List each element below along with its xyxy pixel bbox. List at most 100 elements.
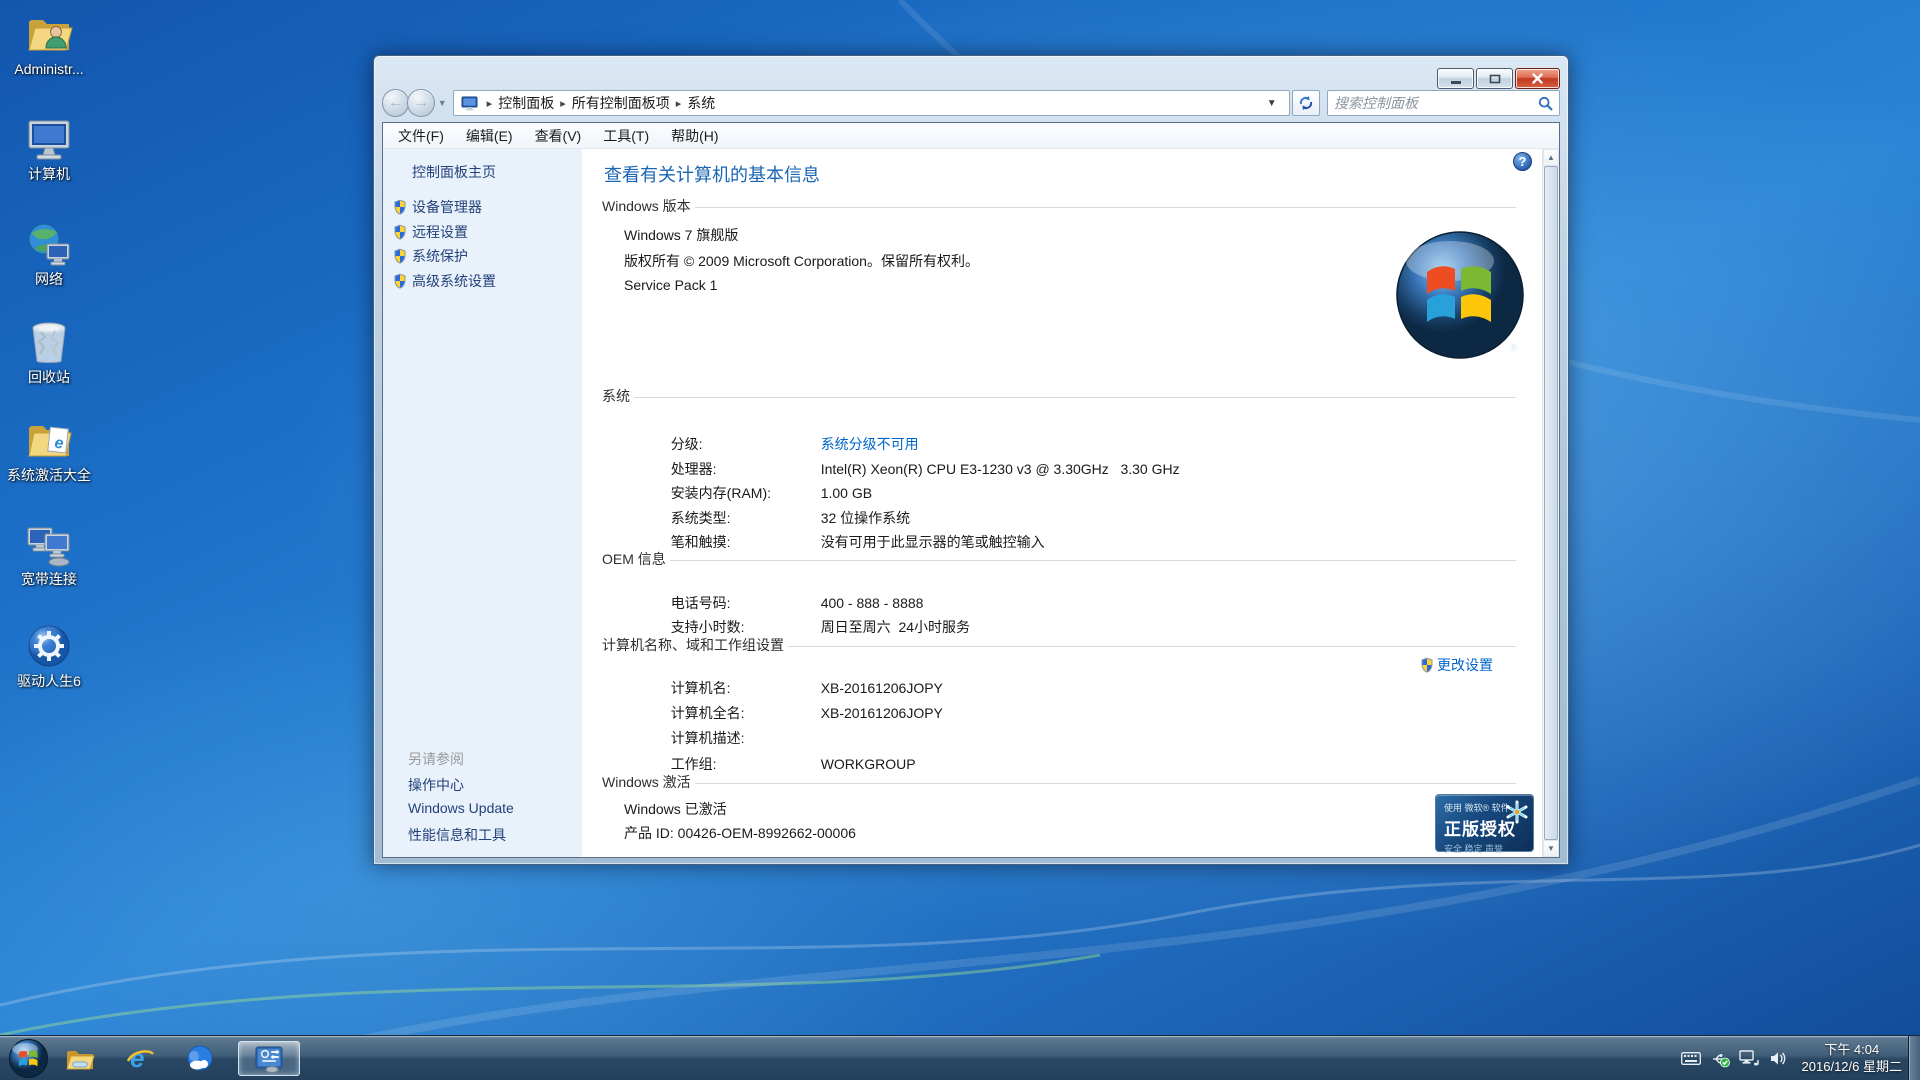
taskbar: e [0,1035,1920,1080]
maximize-icon [1489,73,1501,85]
desktop-icon-label: 计算机 [6,166,92,182]
touch-keyboard-icon[interactable] [1681,1049,1701,1069]
sidebar-item-remote-settings[interactable]: 远程设置 [393,222,468,242]
computer-icon [25,115,73,163]
taskbar-control-panel-button[interactable] [238,1041,300,1076]
menu-tools[interactable]: 工具(T) [592,123,660,149]
vertical-scrollbar[interactable]: ▲ ▼ [1542,149,1559,857]
start-button[interactable] [8,1038,49,1079]
desktop-icon-computer[interactable]: 计算机 [6,115,92,182]
desktop-icon-activation-folder[interactable]: e 系统激活大全 [6,416,92,483]
forward-button[interactable]: → [407,89,434,117]
navigation-bar: ← → ▼ ▸ 控制面板 ▸ 所有控制面板项 ▸ 系统 ▼ [382,85,1560,121]
learn-more-online-link[interactable]: 联机了解更多内容 [1438,855,1542,857]
phone-row: 电话号码:400 - 888 - 8888 [624,577,1372,597]
uac-shield-icon [393,273,407,289]
refresh-button[interactable] [1292,90,1320,116]
sidebar-item-label: 高级系统设置 [412,271,496,291]
sidebar-item-system-protection[interactable]: 系统保护 [393,246,468,266]
windows-edition: Windows 7 旗舰版 [624,225,738,245]
back-button[interactable]: ← [382,89,409,117]
system-page-icon [461,96,478,111]
close-icon [1531,72,1544,85]
menu-help[interactable]: 帮助(H) [660,123,729,149]
service-pack-line: Service Pack 1 [624,277,717,293]
svg-text:e: e [54,435,65,453]
desktop-icon-broadband[interactable]: 宽带连接 [6,520,92,587]
sidebar-item-control-panel-home[interactable]: 控制面板主页 [412,162,496,182]
control-panel-icon [253,1045,285,1073]
windows-logo: ® [1394,229,1526,361]
change-settings-link[interactable]: 更改设置 [1420,655,1493,675]
ram-row: 安装内存(RAM):1.00 GB [624,467,1372,487]
desktop-icon-label: Administr... [6,61,92,77]
menu-file[interactable]: 文件(F) [387,123,455,149]
search-icon[interactable] [1538,96,1553,111]
genuine-microsoft-badge[interactable]: 使用 微软® 软件 正版授权 安全 稳定 声誉 [1435,794,1534,852]
taskbar-internet-explorer-button[interactable]: e [118,1041,162,1076]
broadband-connection-icon [25,520,73,568]
internet-explorer-icon: e [125,1044,155,1074]
desktop-icon-label: 宽带连接 [6,571,92,587]
cpu-row: 处理器:Intel(R) Xeon(R) CPU E3-1230 v3 @ 3.… [624,443,1372,463]
uac-shield-icon [393,248,407,264]
desktop-icon-administrator[interactable]: Administr... [6,10,92,77]
breadcrumb-all-items[interactable]: 所有控制面板项 [572,93,670,113]
sidebar-item-windows-update[interactable]: Windows Update [408,800,514,816]
sidebar-item-label: 远程设置 [412,222,468,242]
breadcrumb-control-panel[interactable]: 控制面板 [498,93,554,113]
sidebar-item-performance-tools[interactable]: 性能信息和工具 [408,825,506,845]
search-input[interactable] [1334,95,1538,111]
section-windows-version: Windows 版本 [602,196,1516,216]
product-id: 产品 ID: 00426-OEM-8992662-00006 [624,823,856,843]
taskbar-clock[interactable]: 下午 4:04 2016/12/6 星期二 [1802,1041,1902,1075]
recent-pages-dropdown[interactable]: ▼ [438,98,447,108]
svg-text:®: ® [1510,343,1518,354]
desktop-icon-label: 网络 [6,271,92,287]
sidebar-item-advanced-settings[interactable]: 高级系统设置 [393,271,496,291]
desktop-icon-label: 回收站 [6,369,92,385]
computer-name-row: 计算机名:XB-20161206JOPY [624,662,1372,682]
menu-edit[interactable]: 编辑(E) [455,123,524,149]
menu-view[interactable]: 查看(V) [524,123,593,149]
address-dropdown-icon[interactable]: ▼ [1259,98,1285,109]
section-computer-name: 计算机名称、域和工作组设置 [602,635,1516,655]
sidebar: 控制面板主页 设备管理器 [383,149,582,857]
show-desktop-button[interactable] [1908,1036,1920,1080]
explorer-icon [65,1046,95,1072]
desktop-icon-driver-tool[interactable]: 驱动人生6 [6,622,92,689]
taskbar-qq-browser-button[interactable] [178,1041,222,1076]
scroll-down-icon[interactable]: ▼ [1543,840,1559,857]
desktop-icon-recycle-bin[interactable]: 回收站 [6,318,92,385]
section-windows-activation: Windows 激活 [602,772,1516,792]
minimize-icon [1450,73,1462,85]
sidebar-see-also-header: 另请参阅 [408,749,464,769]
desktop-icon-network[interactable]: 网络 [6,220,92,287]
main-pane: ? 查看有关计算机的基本信息 Windows 版本 Windows 7 旗舰版 … [582,149,1542,857]
copyright-line: 版权所有 © 2009 Microsoft Corporation。保留所有权利… [624,251,979,271]
folder-ie-icon: e [25,416,73,464]
scroll-up-icon[interactable]: ▲ [1543,149,1559,166]
pen-touch-row: 笔和触摸:没有可用于此显示器的笔或触控输入 [624,516,1372,536]
help-icon[interactable]: ? [1513,152,1532,171]
sidebar-item-device-manager[interactable]: 设备管理器 [393,197,482,217]
usb-device-icon[interactable] [1710,1049,1730,1069]
network-icon[interactable] [1739,1049,1759,1069]
taskbar-explorer-button[interactable] [58,1041,102,1076]
breadcrumb-separator: ▸ [554,97,572,110]
volume-icon[interactable] [1768,1049,1788,1069]
address-bar[interactable]: ▸ 控制面板 ▸ 所有控制面板项 ▸ 系统 ▼ [453,90,1290,116]
sidebar-item-label: 系统保护 [412,246,468,266]
svg-text:e: e [130,1044,144,1073]
system-window: ← → ▼ ▸ 控制面板 ▸ 所有控制面板项 ▸ 系统 ▼ [373,55,1569,865]
user-folder-icon [25,10,73,58]
clock-date: 2016/12/6 星期二 [1802,1058,1902,1075]
system-tray [1681,1036,1788,1080]
uac-shield-icon [393,199,407,215]
scrollbar-thumb[interactable] [1544,166,1558,840]
window-content: 文件(F) 编辑(E) 查看(V) 工具(T) 帮助(H) 控制面板主页 [382,122,1560,858]
clock-time: 下午 4:04 [1802,1041,1902,1058]
sidebar-item-action-center[interactable]: 操作中心 [408,775,464,795]
breadcrumb-system[interactable]: 系统 [687,93,715,113]
uac-shield-icon [393,224,407,240]
